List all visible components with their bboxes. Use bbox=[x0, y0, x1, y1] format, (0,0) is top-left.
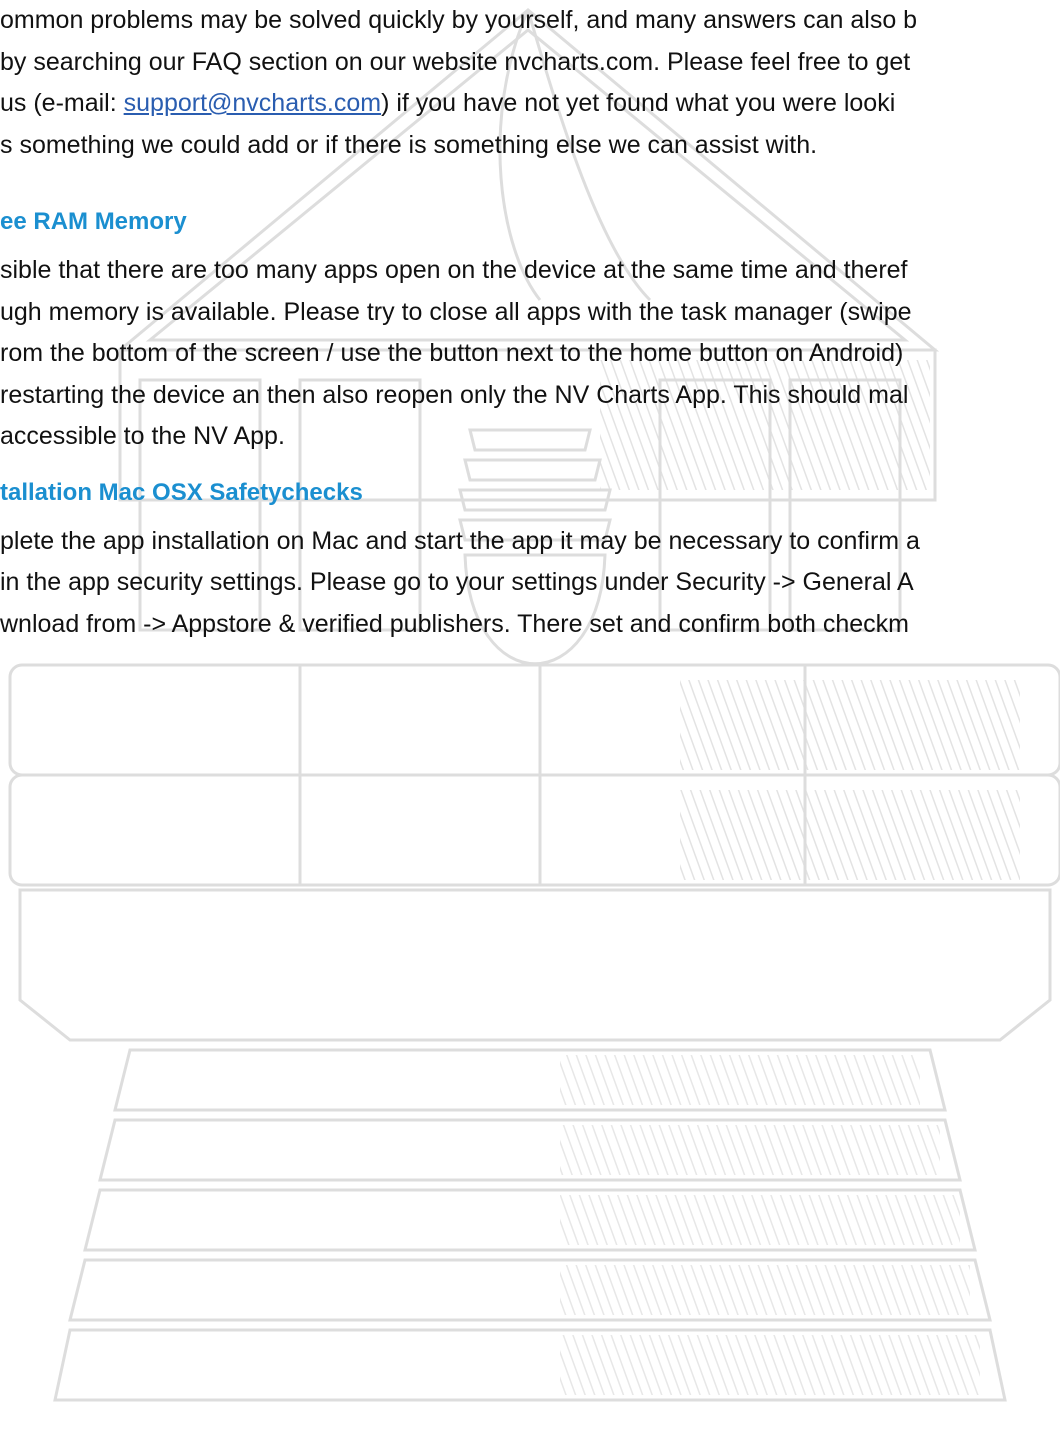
faq-text: ) if you have not yet found what you wer… bbox=[381, 89, 896, 117]
ram-paragraph-line: accessible to the NV App. bbox=[0, 422, 285, 450]
faq-text: us (e-mail: bbox=[0, 89, 124, 117]
mac-paragraph-line: wnload from -> Appstore & verified publi… bbox=[0, 610, 910, 638]
mac-paragraph-line: plete the app installation on Mac and st… bbox=[0, 527, 920, 555]
ram-paragraph-line: ugh memory is available. Please try to c… bbox=[0, 298, 912, 326]
faq-paragraph-line: us (e-mail: support@nvcharts.com) if you… bbox=[0, 88, 895, 118]
ram-paragraph-line: sible that there are too many apps open … bbox=[0, 256, 908, 284]
mac-osx-heading: tallation Mac OSX Safetychecks bbox=[0, 479, 363, 506]
support-email-link[interactable]: support@nvcharts.com bbox=[124, 89, 381, 117]
document-page: ommon problems may be solved quickly by … bbox=[0, 0, 1060, 1432]
ram-memory-heading: ee RAM Memory bbox=[0, 208, 187, 235]
faq-paragraph-line: by searching our FAQ section on our webs… bbox=[0, 47, 910, 77]
ram-paragraph-line: rom the bottom of the screen / use the b… bbox=[0, 339, 904, 367]
faq-paragraph-line: s something we could add or if there is … bbox=[0, 130, 817, 160]
mac-paragraph-line: in the app security settings. Please go … bbox=[0, 568, 914, 596]
faq-text: s something we could add or if there is … bbox=[0, 131, 818, 159]
faq-text: by searching our FAQ section on our webs… bbox=[0, 48, 911, 76]
faq-text: ommon problems may be solved quickly by … bbox=[0, 6, 918, 34]
ram-paragraph-line: restarting the device an then also reope… bbox=[0, 381, 909, 409]
faq-paragraph-line: ommon problems may be solved quickly by … bbox=[0, 5, 917, 35]
